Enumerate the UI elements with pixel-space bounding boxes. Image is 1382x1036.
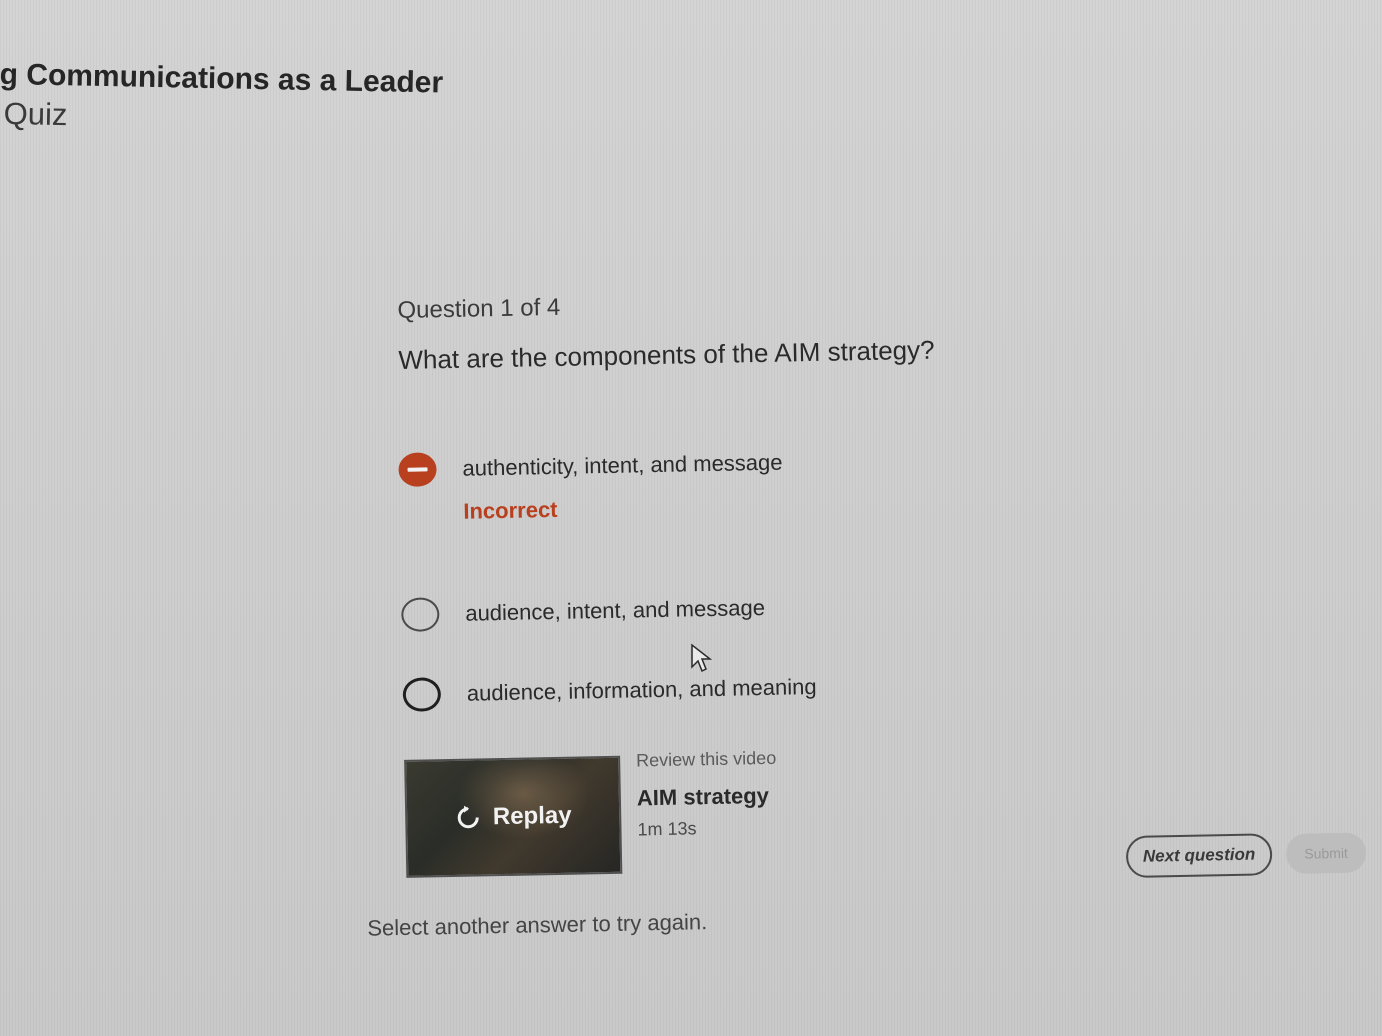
retry-hint: Select another answer to try again. — [367, 909, 708, 941]
feedback-incorrect: Incorrect — [463, 496, 558, 524]
answer-option-1[interactable]: authenticity, intent, and message — [398, 443, 783, 490]
answer-option-label: audience, intent, and message — [465, 594, 766, 626]
answer-option-label: audience, information, and meaning — [466, 673, 817, 706]
replay-label: Replay — [492, 801, 572, 831]
radio-button[interactable] — [402, 677, 442, 712]
review-video-label: Review this video — [635, 747, 777, 771]
answer-option-3[interactable]: audience, information, and meaning — [402, 667, 817, 715]
video-title-link[interactable]: AIM strategy — [637, 783, 778, 812]
video-info: Review this video AIM strategy 1m 13s — [636, 748, 778, 841]
submit-button[interactable]: Submit — [1285, 832, 1367, 874]
radio-button[interactable] — [401, 597, 440, 632]
video-duration: 1m 13s — [637, 818, 697, 840]
incorrect-icon — [398, 452, 437, 487]
answer-option-2[interactable]: audience, intent, and message — [401, 588, 765, 635]
course-title: g Communications as a Leader — [0, 58, 444, 100]
next-question-button[interactable]: Next question — [1125, 833, 1273, 879]
answer-option-label: authenticity, intent, and message — [462, 449, 783, 481]
replay-icon — [457, 805, 479, 829]
question-text: What are the components of the AIM strat… — [398, 334, 935, 375]
quiz-panel: Question 1 of 4 What are the components … — [367, 268, 1367, 965]
replay-video-thumbnail[interactable]: Replay — [404, 755, 623, 878]
mouse-cursor-icon — [691, 643, 712, 673]
section-label: Quiz — [3, 96, 68, 133]
question-counter: Question 1 of 4 — [397, 293, 561, 324]
